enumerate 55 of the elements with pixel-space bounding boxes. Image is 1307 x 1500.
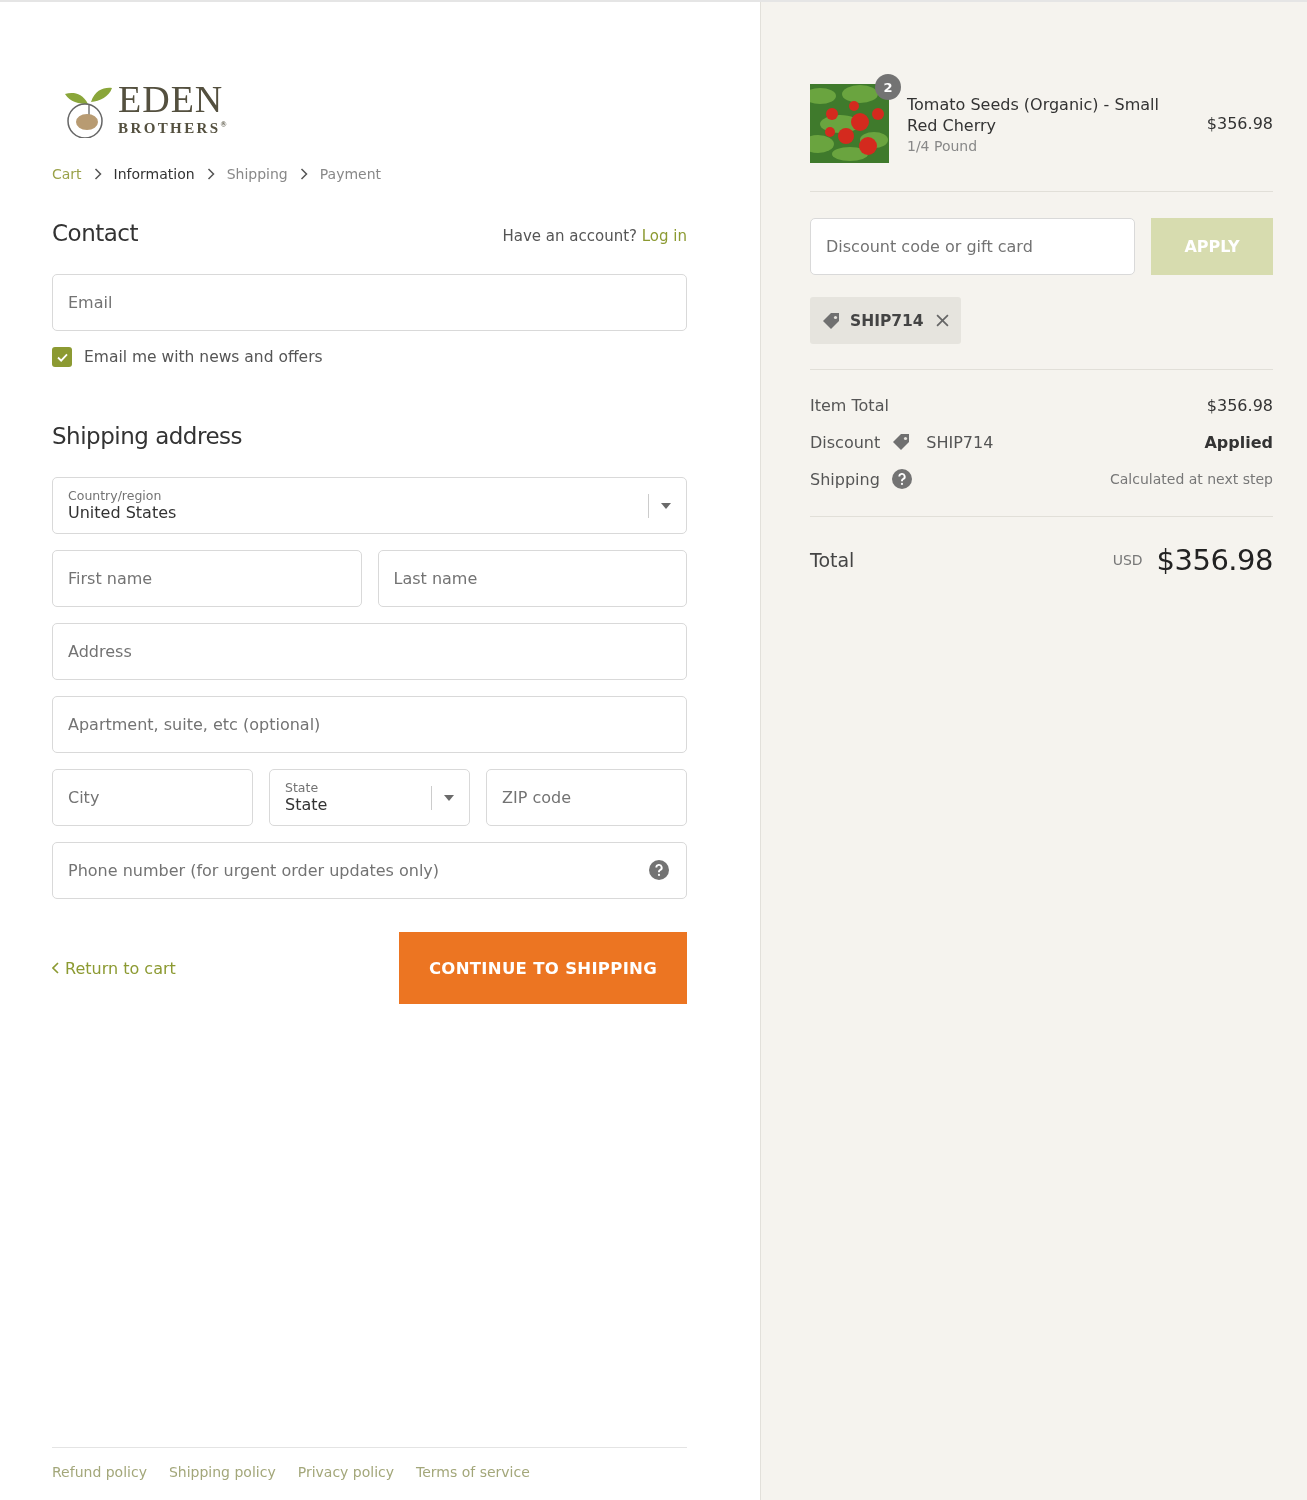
chevron-icon bbox=[299, 168, 308, 180]
checkmark-icon bbox=[56, 352, 68, 362]
footer-link[interactable]: Privacy policy bbox=[297, 1464, 395, 1500]
currency-code: USD bbox=[1112, 552, 1143, 568]
breadcrumb-item[interactable]: Cart bbox=[52, 166, 82, 182]
chevron-icon bbox=[206, 168, 215, 180]
chevron-icon bbox=[93, 168, 102, 180]
summary-value: Applied bbox=[1204, 432, 1273, 452]
tag-icon bbox=[822, 310, 842, 331]
checkbox-label: Email me with news and offers bbox=[84, 348, 323, 366]
caret-icon bbox=[444, 794, 454, 801]
email-field[interactable]: Email bbox=[52, 274, 687, 331]
select-field[interactable]: State State bbox=[269, 769, 470, 826]
brand-name: EDEN bbox=[118, 80, 225, 117]
brand-subtitle: BROTHERS$^{®}$ bbox=[118, 118, 229, 136]
help-icon[interactable] bbox=[891, 469, 912, 489]
select-field[interactable]: Country/region United States bbox=[52, 477, 687, 534]
footer-link[interactable]: Shipping policy bbox=[168, 1464, 276, 1500]
input-field[interactable]: First name bbox=[52, 550, 362, 607]
input-field[interactable]: City bbox=[52, 769, 253, 826]
summary-value: $356.98 bbox=[1206, 395, 1273, 415]
discount-code: SHIP714 bbox=[926, 432, 994, 452]
login-link[interactable]: Log in bbox=[641, 227, 687, 245]
breadcrumb-item: Shipping bbox=[226, 166, 288, 182]
section-title: Contact bbox=[52, 220, 138, 246]
product-name: Tomato Seeds (Organic) - Small Red Cherry bbox=[907, 93, 1160, 136]
chevron-left-icon bbox=[52, 962, 59, 974]
quantity-badge: 2 bbox=[875, 74, 901, 100]
input-field[interactable]: Address bbox=[52, 623, 687, 680]
checkbox[interactable] bbox=[52, 347, 72, 367]
input-field[interactable]: ZIP code bbox=[486, 769, 687, 826]
help-icon[interactable] bbox=[649, 860, 669, 880]
footer-link[interactable]: Terms of service bbox=[416, 1464, 530, 1500]
summary-label: Item Total bbox=[810, 395, 889, 415]
summary-value: Calculated at next step bbox=[1110, 471, 1273, 487]
input-field[interactable]: Apartment, suite, etc (optional) bbox=[52, 696, 687, 753]
total-label: Total bbox=[810, 549, 855, 571]
summary-label: Shipping bbox=[810, 469, 880, 489]
caret-icon bbox=[661, 502, 671, 509]
account-prompt: Have an account? Log in bbox=[502, 227, 687, 245]
product-variant: 1/4 Pound bbox=[907, 137, 979, 154]
return-link[interactable]: Return to cart bbox=[52, 958, 176, 978]
section-title: Shipping address bbox=[52, 423, 243, 449]
close-icon bbox=[935, 314, 949, 327]
input-field[interactable]: Phone number (for urgent order updates only) bbox=[52, 842, 687, 899]
input-field[interactable]: Last name bbox=[377, 550, 687, 607]
total-amount: $356.98 bbox=[1156, 543, 1273, 577]
breadcrumb-item: Information bbox=[113, 166, 195, 182]
summary-label: Discount bbox=[810, 432, 881, 452]
footer-link[interactable]: Refund policy bbox=[52, 1464, 147, 1500]
breadcrumb-item: Payment bbox=[319, 166, 382, 182]
product-price: $356.98 bbox=[1206, 114, 1273, 133]
continue-button[interactable]: CONTINUE TO SHIPPING bbox=[399, 932, 687, 1004]
discount-tag: SHIP714 bbox=[810, 297, 961, 344]
remove-button[interactable] bbox=[935, 314, 949, 327]
